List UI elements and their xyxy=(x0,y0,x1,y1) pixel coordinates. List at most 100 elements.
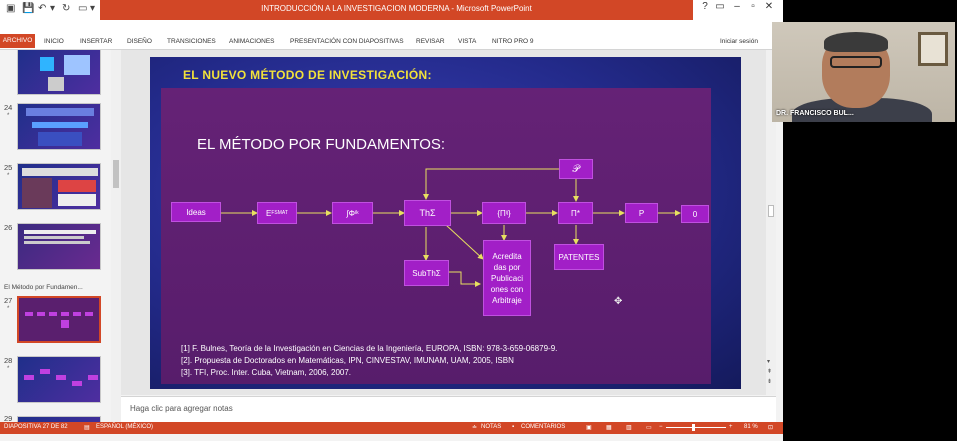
tab-archivo[interactable]: ARCHIVO xyxy=(0,34,35,48)
slide-number: 25 xyxy=(4,163,13,172)
zoom-level[interactable]: 81 % xyxy=(744,424,758,430)
ribbon: INICIO INSERTAR DISEÑO TRANSICIONES ANIM… xyxy=(0,20,783,50)
box-ideas[interactable]: Ideas xyxy=(171,202,221,222)
section-label[interactable]: El Método por Fundamen... xyxy=(4,284,83,291)
notes-pane[interactable]: Haga clic para agregar notas xyxy=(121,396,776,422)
zoom-slider[interactable] xyxy=(666,424,726,431)
slide-thumbnail-pane: 24 * 25 * 26 El Método por Fundamen... 2… xyxy=(0,50,111,422)
status-bar: DIAPOSITIVA 27 DE 82 ▤ ESPAÑOL (MÉXICO) … xyxy=(0,422,783,434)
mouse-cursor-icon: ✥ xyxy=(614,296,623,307)
fit-slide-icon[interactable]: ⊡ xyxy=(768,424,773,431)
slide-sorter-icon[interactable]: ▦ xyxy=(606,424,612,431)
undo-dropdown-icon[interactable]: ▾ xyxy=(50,3,55,14)
box-th-sigma[interactable]: ThΣ xyxy=(404,200,451,226)
box-efsmat[interactable]: E FSMAT xyxy=(257,202,297,224)
slide-thumbnail[interactable] xyxy=(17,163,101,210)
transition-star-icon: * xyxy=(7,113,10,119)
notes-button[interactable]: NOTAS xyxy=(481,424,501,430)
scrollbar-thumb[interactable] xyxy=(768,205,774,217)
sign-in-link[interactable]: Iniciar sesión xyxy=(720,38,758,45)
tab-nitro[interactable]: NITRO PRO 9 xyxy=(492,38,534,45)
zoom-slider-knob[interactable] xyxy=(691,424,695,431)
efsmat-subscript: FSMAT xyxy=(271,210,288,216)
flow-connectors xyxy=(221,168,681,287)
tab-insertar[interactable]: INSERTAR xyxy=(80,38,112,45)
ribbon-display-options-icon[interactable]: ▭ xyxy=(713,1,727,12)
comments-button[interactable]: COMENTARIOS xyxy=(521,424,565,430)
app-icon[interactable]: ▣ xyxy=(6,3,15,14)
redo-icon[interactable]: ↻ xyxy=(62,3,70,14)
box-pi-star[interactable]: Π* xyxy=(558,202,593,224)
integral-phi-label: ∫Φ xyxy=(346,208,355,218)
notes-placeholder: Haga clic para agregar notas xyxy=(130,404,233,413)
box-sub-th-sigma[interactable]: SubThΣ xyxy=(404,260,449,286)
powerpoint-window: ▣ 💾 ↶ ▾ ↻ ▭ ▾ INTRODUCCIÓN A LA INVESTIG… xyxy=(0,0,783,441)
reference-3: [3]. TFI, Proc. Inter. Cuba, Vietnam, 20… xyxy=(181,368,352,377)
presenter-hair xyxy=(824,32,888,52)
wall-frame xyxy=(918,32,948,66)
help-button[interactable]: ? xyxy=(698,1,712,12)
slide-thumbnail[interactable] xyxy=(17,223,101,270)
close-button[interactable]: ✕ xyxy=(762,1,776,12)
thumbnail-scrollbar[interactable] xyxy=(111,50,121,422)
box-script-p[interactable]: 𝒫 xyxy=(559,159,593,179)
language-indicator[interactable]: ESPAÑOL (MÉXICO) xyxy=(96,424,153,430)
save-icon[interactable]: 💾 xyxy=(22,3,34,14)
reference-2: [2]. Propuesta de Doctorados en Matemáti… xyxy=(181,356,514,365)
slide-number: 29 xyxy=(4,414,13,422)
transition-star-icon: * xyxy=(7,306,10,312)
slide-number: 26 xyxy=(4,223,13,232)
tab-presentacion[interactable]: PRESENTACIÓN CON DIAPOSITIVAS xyxy=(290,38,404,45)
slide-number: 28 xyxy=(4,356,13,365)
box-pi-ij[interactable]: {Π ij} xyxy=(482,202,526,224)
box-patentes[interactable]: PATENTES xyxy=(554,244,604,270)
slide-canvas[interactable]: EL NUEVO MÉTODO DE INVESTIGACIÓN: EL MÉT… xyxy=(150,57,741,389)
diagram-panel[interactable]: EL MÉTODO POR FUNDAMENTOS: Ideas E FSMAT… xyxy=(161,88,711,384)
slide-thumbnail[interactable] xyxy=(17,50,101,95)
integral-phi-subscript: ik xyxy=(354,210,359,216)
slide-thumbnail-selected[interactable] xyxy=(17,296,101,343)
box-integral-phi[interactable]: ∫Φ ik xyxy=(332,202,373,224)
restore-button[interactable]: ▫ xyxy=(746,1,760,12)
scrollbar-thumb[interactable] xyxy=(113,160,119,188)
webcam-overlay: DR. FRANCISCO BUL... xyxy=(772,22,955,122)
zoom-in-button[interactable]: + xyxy=(729,424,733,430)
undo-icon[interactable]: ↶ xyxy=(38,3,46,14)
box-zero[interactable]: 0 xyxy=(681,205,709,223)
zoom-out-button[interactable]: − xyxy=(659,424,663,430)
box-acreditadas[interactable]: Acredita das por Publicaci ones con Arbi… xyxy=(483,240,531,316)
slideshow-icon[interactable]: ▭ xyxy=(646,424,652,431)
box-p[interactable]: P xyxy=(625,203,658,223)
tab-animaciones[interactable]: ANIMACIONES xyxy=(229,38,275,45)
next-slide-icon[interactable]: ⇟ xyxy=(767,378,772,385)
tab-inicio[interactable]: INICIO xyxy=(44,38,64,45)
slide-thumbnail[interactable] xyxy=(17,356,101,403)
comments-icon[interactable]: ▪ xyxy=(512,424,514,430)
tab-transiciones[interactable]: TRANSICIONES xyxy=(167,38,216,45)
normal-view-icon[interactable]: ▣ xyxy=(586,424,592,431)
notes-icon[interactable]: ≐ xyxy=(472,424,477,431)
previous-slide-icon[interactable]: ⇞ xyxy=(767,368,772,375)
reference-1: [1] F. Bulnes, Teoría de la Investigació… xyxy=(181,344,558,353)
pi-ij-label: {Π xyxy=(497,208,506,218)
tab-diseno[interactable]: DISEÑO xyxy=(127,38,152,45)
presenter-glasses xyxy=(830,56,882,68)
references[interactable]: [1] F. Bulnes, Teoría de la Investigació… xyxy=(181,343,557,379)
scroll-down-icon[interactable]: ▾ xyxy=(767,358,770,365)
reading-view-icon[interactable]: ▥ xyxy=(626,424,632,431)
slide-counter: DIAPOSITIVA 27 DE 82 xyxy=(4,424,68,430)
slide-thumbnail[interactable] xyxy=(17,103,101,150)
window-title: INTRODUCCIÓN A LA INVESTIGACION MODERNA … xyxy=(261,4,532,13)
spellcheck-icon[interactable]: ▤ xyxy=(84,424,90,431)
pi-ij-close: } xyxy=(508,208,511,218)
transition-star-icon: * xyxy=(7,366,10,372)
customize-qat-icon[interactable]: ▾ xyxy=(90,3,95,14)
slide-title[interactable]: EL NUEVO MÉTODO DE INVESTIGACIÓN: xyxy=(183,68,432,82)
tab-revisar[interactable]: REVISAR xyxy=(416,38,445,45)
transition-star-icon: * xyxy=(7,173,10,179)
presenter-name: DR. FRANCISCO BUL... xyxy=(776,110,854,117)
start-slideshow-icon[interactable]: ▭ xyxy=(78,3,87,14)
slide-number: 27 xyxy=(4,296,13,305)
tab-vista[interactable]: VISTA xyxy=(458,38,476,45)
minimize-button[interactable]: – xyxy=(730,1,744,12)
